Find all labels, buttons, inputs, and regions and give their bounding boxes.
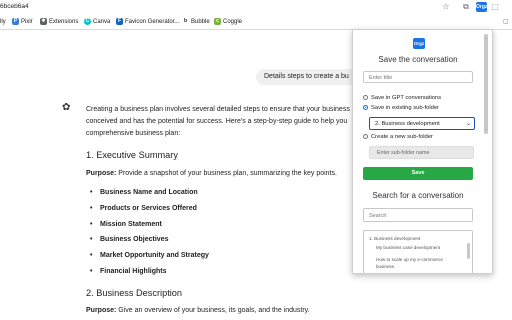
bookmark-favicon-generator[interactable]: F Favicon Generator... [116,18,179,27]
radio-button-selected[interactable] [363,105,368,110]
title-input[interactable]: Enter title [363,71,473,83]
conversation-list: 1. Business development My business case… [363,230,473,273]
bookmark-pixlr[interactable]: P Pixlr [12,18,33,27]
list-scrollbar[interactable] [467,243,470,259]
chevron-down-icon: ⌄ [465,121,471,127]
list-item[interactable]: How to scale up my e-commerce [376,257,443,263]
search-title: Search for a conversation [372,191,464,200]
save-button[interactable]: Save [363,167,473,180]
bookmark-item[interactable]: lly [0,18,6,27]
section1-purpose: Purpose: Provide a snapshot of your busi… [86,170,337,177]
bookmark-coggle[interactable]: c Coggle [214,18,242,27]
bullet-item: Business Objectives [90,235,168,245]
bookmark-extensions[interactable]: ✱ Extensions [40,18,78,27]
section2-purpose: Purpose: Give an overview of your busine… [86,307,310,314]
favicon-icon: F [116,18,123,25]
orgz-extension-icon[interactable]: Orgz [476,2,487,12]
radio-save-existing[interactable]: Save in existing sub-folder [363,104,439,112]
radio-button[interactable] [363,95,368,100]
bullet-item: Mission Statement [90,220,162,230]
radio-save-gpt[interactable]: Save in GPT conversations [363,94,441,102]
bookmark-canva[interactable]: C Canva [84,18,110,27]
tab-search-icon[interactable]: ⧉ [461,2,471,12]
popup-title: Save the conversation [378,55,458,64]
orgz-logo-icon: Orgz [413,38,425,49]
extensions-puzzle-icon[interactable]: ⬚ [490,2,500,12]
bookmark-bubble[interactable]: b Bubble [182,18,210,27]
list-item[interactable]: My business case development [376,245,440,251]
bullet-item: Market Opportunity and Strategy [90,251,209,261]
bullet-item: Products or Services Offered [90,204,197,214]
popup-scrollbar[interactable] [484,34,488,134]
list-item[interactable]: business [376,264,394,270]
assistant-response: Creating a business plan involves severa… [86,104,386,140]
extension-popup: Orgz Save the conversation Enter title S… [352,29,493,274]
search-input[interactable]: Search [363,208,473,222]
intro-line-2: conceived and has the potential for succ… [86,118,348,125]
bubble-icon: b [182,18,189,25]
intro-line-1: Creating a business plan involves severa… [86,106,350,113]
pixlr-icon: P [12,18,19,25]
section-heading-business-description: 2. Business Description [86,288,183,298]
coggle-icon: c [214,18,221,25]
intro-line-3: comprehensive business plan: [86,130,181,137]
bookmarks-bar: lly P Pixlr ✱ Extensions C Canva F Favicon G… [0,15,512,30]
radio-button[interactable] [363,134,368,139]
chatgpt-logo-icon: ✿ [62,102,71,113]
address-bar[interactable]: 6bceb6a4 ☆ ⧉ Orgz ⬚ [0,0,512,15]
star-icon[interactable]: ☆ [441,2,451,12]
subfolder-name-input[interactable]: Enter sub-folder name [369,146,474,159]
subfolder-select[interactable]: 2. Business development ⌄ [369,117,475,130]
section-heading-executive-summary: 1. Executive Summary [86,150,178,160]
bullet-item: Financial Highlights [90,267,167,277]
list-folder[interactable]: 1. Business development [369,236,420,242]
canva-icon: C [84,18,91,25]
folder-icon[interactable]: ▢ [503,18,509,25]
bullet-item: Business Name and Location [90,188,198,198]
puzzle-icon: ✱ [40,18,47,25]
url-text[interactable]: 6bceb6a4 [0,3,29,10]
radio-create-new[interactable]: Create a new sub-folder [363,133,433,141]
